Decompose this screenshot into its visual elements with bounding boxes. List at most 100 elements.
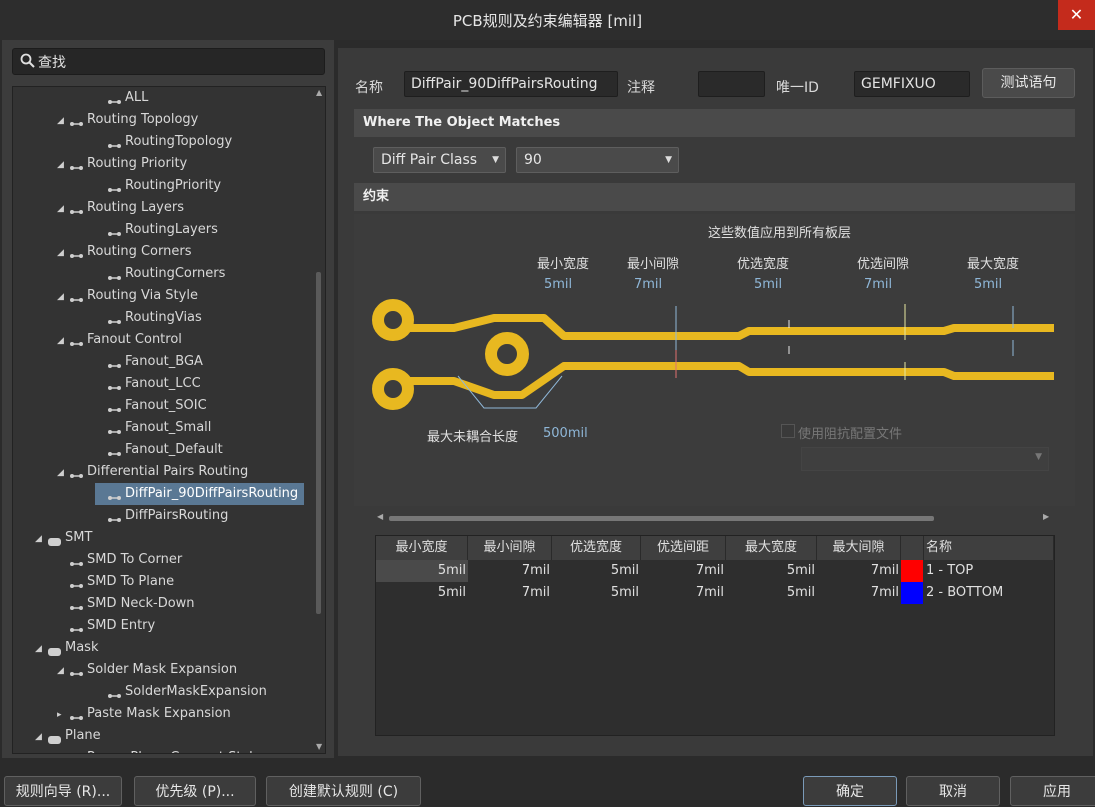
tree-item[interactable]: ◢ Fanout Control xyxy=(57,329,182,351)
impedance-checkbox[interactable] xyxy=(781,424,795,438)
tree-item[interactable]: RoutingLayers xyxy=(95,219,218,241)
uid-label: 唯一ID xyxy=(776,80,819,96)
expand-toggle-icon[interactable]: ◢ xyxy=(57,748,69,753)
rule-wizard-button[interactable]: 规则向导 (R)... xyxy=(4,776,122,806)
tree-item[interactable]: ▸ Paste Mask Expansion xyxy=(57,703,231,725)
tree-item[interactable]: ◢ Differential Pairs Routing xyxy=(57,461,248,483)
create-default-rules-button[interactable]: 创建默认规则 (C) xyxy=(266,776,421,806)
chevron-down-icon: ▼ xyxy=(1035,452,1042,462)
table-cell[interactable]: 7mil xyxy=(817,582,901,604)
tree-item[interactable]: SMD Entry xyxy=(57,615,155,637)
tree-item[interactable]: RoutingCorners xyxy=(95,263,225,285)
rule-tree[interactable]: ALL ◢ Routing Topology RoutingTopology ◢ Rout… xyxy=(12,86,326,754)
col-max-width[interactable]: 最大宽度 xyxy=(726,536,817,560)
table-cell[interactable]: 5mil xyxy=(552,560,641,582)
name-field[interactable]: DiffPair_90DiffPairsRouting xyxy=(404,71,618,97)
tree-item[interactable]: SMD To Corner xyxy=(57,549,182,571)
layer-color-swatch[interactable] xyxy=(901,560,923,582)
table-cell[interactable]: 7mil xyxy=(817,560,901,582)
expand-toggle-icon[interactable]: ◢ xyxy=(57,110,69,132)
priority-button[interactable]: 优先级 (P)... xyxy=(134,776,256,806)
tree-item[interactable]: Fanout_SOIC xyxy=(95,395,207,417)
col-color[interactable] xyxy=(901,536,924,560)
diagram-hscrollbar[interactable]: ◀ ▶ xyxy=(375,512,1055,524)
tree-item[interactable]: SMD To Plane xyxy=(57,571,174,593)
tree-item[interactable]: ◢ Routing Via Style xyxy=(57,285,198,307)
scroll-down-icon[interactable]: ▼ xyxy=(316,742,322,751)
hscroll-thumb[interactable] xyxy=(389,516,934,521)
table-cell[interactable]: 7mil xyxy=(468,560,552,582)
uid-field[interactable]: GEMFIXUO xyxy=(854,71,970,97)
tree-item[interactable]: ◢ Routing Layers xyxy=(57,197,184,219)
rule-icon xyxy=(69,115,85,126)
scroll-right-icon[interactable]: ▶ xyxy=(1043,512,1049,521)
impedance-label: 使用阻抗配置文件 xyxy=(798,427,903,442)
tree-item[interactable]: ◢ Routing Priority xyxy=(57,153,187,175)
tree-item[interactable]: Fanout_Default xyxy=(95,439,223,461)
tree-item[interactable]: ◢ Solder Mask Expansion xyxy=(57,659,237,681)
tree-item[interactable]: Fanout_Small xyxy=(95,417,211,439)
match-type-value: Diff Pair Class xyxy=(381,152,478,168)
expand-toggle-icon[interactable]: ◢ xyxy=(57,330,69,352)
apply-button[interactable]: 应用 xyxy=(1010,776,1095,806)
close-button[interactable]: ✕ xyxy=(1058,0,1095,30)
test-query-button[interactable]: 测试语句 xyxy=(982,68,1075,98)
expand-toggle-icon[interactable]: ◢ xyxy=(57,660,69,682)
rule-icon xyxy=(47,731,63,744)
tree-item[interactable]: SMD Neck-Down xyxy=(57,593,195,615)
table-cell[interactable]: 5mil xyxy=(726,560,817,582)
scroll-up-icon[interactable]: ▲ xyxy=(316,88,322,97)
col-layer-name[interactable]: 名称 xyxy=(924,536,1054,560)
tree-item[interactable]: DiffPair_90DiffPairsRouting xyxy=(95,483,305,505)
col-preferred-width[interactable]: 优选宽度 xyxy=(552,536,641,560)
comment-field[interactable] xyxy=(698,71,765,97)
tree-item[interactable]: Fanout_BGA xyxy=(95,351,203,373)
expand-toggle-icon[interactable]: ◢ xyxy=(57,154,69,176)
ok-button[interactable]: 确定 xyxy=(803,776,897,806)
tree-item[interactable]: Fanout_LCC xyxy=(95,373,201,395)
layer-color-swatch[interactable] xyxy=(901,582,923,604)
table-cell[interactable]: 7mil xyxy=(641,582,726,604)
tree-item[interactable]: ALL xyxy=(95,87,148,109)
tree-item[interactable]: ◢ Plane xyxy=(35,725,101,747)
table-cell[interactable]: 7mil xyxy=(641,560,726,582)
tree-item[interactable]: ◢ Routing Topology xyxy=(57,109,198,131)
col-preferred-gap[interactable]: 优选间距 xyxy=(641,536,726,560)
tree-item-label: Fanout_SOIC xyxy=(125,398,207,413)
expand-toggle-icon[interactable]: ◢ xyxy=(57,286,69,308)
table-cell[interactable]: 5mil xyxy=(376,560,468,582)
col-min-width[interactable]: 最小宽度 xyxy=(376,536,468,560)
table-cell[interactable]: 5mil xyxy=(726,582,817,604)
expand-toggle-icon[interactable]: ▸ xyxy=(57,704,69,726)
table-cell[interactable]: 7mil xyxy=(468,582,552,604)
tree-item[interactable]: RoutingPriority xyxy=(95,175,221,197)
impedance-profile-select[interactable]: ▼ xyxy=(801,447,1049,471)
col-max-gap[interactable]: 最大间隙 xyxy=(817,536,901,560)
table-cell[interactable]: 5mil xyxy=(376,582,468,604)
tree-item-label: Routing Corners xyxy=(87,244,192,259)
max-uncoupled-value[interactable]: 500mil xyxy=(543,426,588,441)
tree-item[interactable]: ◢ SMT xyxy=(35,527,92,549)
scroll-left-icon[interactable]: ◀ xyxy=(377,512,383,521)
tree-item[interactable]: RoutingTopology xyxy=(95,131,232,153)
expand-toggle-icon[interactable]: ◢ xyxy=(57,462,69,484)
col-min-gap[interactable]: 最小间隙 xyxy=(468,536,552,560)
expand-toggle-icon[interactable]: ◢ xyxy=(57,198,69,220)
table-cell[interactable]: 5mil xyxy=(552,582,641,604)
match-type-select[interactable]: Diff Pair Class ▼ xyxy=(373,147,506,173)
tree-item[interactable]: ◢ Mask xyxy=(35,637,98,659)
cancel-button[interactable]: 取消 xyxy=(906,776,1000,806)
expand-toggle-icon[interactable]: ◢ xyxy=(35,726,47,748)
tree-item[interactable]: SolderMaskExpansion xyxy=(95,681,267,703)
tree-item[interactable]: RoutingVias xyxy=(95,307,202,329)
tree-scroll-thumb[interactable] xyxy=(316,272,321,614)
tree-item[interactable]: ◢ Power Plane Connect Style xyxy=(57,747,261,753)
match-class-select[interactable]: 90 ▼ xyxy=(516,147,679,173)
expand-toggle-icon[interactable]: ◢ xyxy=(57,242,69,264)
expand-toggle-icon[interactable]: ◢ xyxy=(35,528,47,550)
tree-item-label: SMD To Plane xyxy=(87,574,175,589)
expand-toggle-icon[interactable]: ◢ xyxy=(35,638,47,660)
tree-item-label: Fanout_Small xyxy=(125,420,212,435)
tree-item[interactable]: ◢ Routing Corners xyxy=(57,241,191,263)
tree-item[interactable]: DiffPairsRouting xyxy=(95,505,228,527)
